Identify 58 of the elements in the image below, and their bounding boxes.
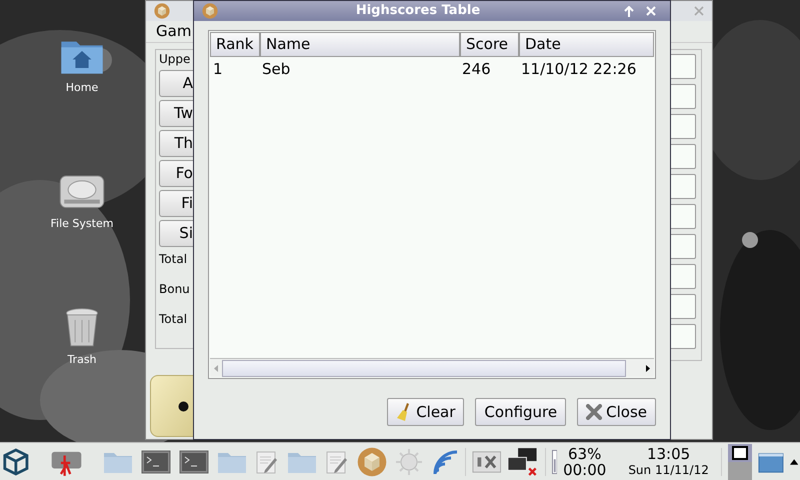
close-icon <box>586 404 602 420</box>
score-label: Total <box>159 311 188 328</box>
column-header[interactable]: Score <box>460 32 519 57</box>
score-field[interactable] <box>669 114 696 139</box>
menu-item[interactable]: Gam <box>156 20 192 43</box>
score-field[interactable] <box>669 204 696 229</box>
workspace-switcher[interactable] <box>728 444 752 480</box>
icon-label: File System <box>50 216 114 232</box>
dialog-button[interactable]: Clear <box>387 398 464 426</box>
battery-time: 00:00 <box>563 462 606 478</box>
column-header[interactable]: Date <box>519 32 654 57</box>
dialog-button[interactable]: Close <box>577 398 656 426</box>
column-header[interactable]: Rank <box>210 32 260 57</box>
dice-icon <box>154 3 170 19</box>
dialog-button[interactable]: Configure <box>475 398 566 426</box>
terminal-icon[interactable] <box>178 450 209 474</box>
terminal-icon[interactable] <box>140 450 171 474</box>
expand-arrow-icon[interactable] <box>790 458 798 464</box>
category-button[interactable]: A <box>159 70 194 97</box>
column-header[interactable]: Name <box>260 32 460 57</box>
cube-logo-icon[interactable] <box>2 446 30 476</box>
text-editor-icon[interactable] <box>324 450 349 474</box>
clock-date: Sun 11/11/12 <box>628 462 709 478</box>
category-button[interactable]: Th <box>159 130 194 157</box>
category-button[interactable]: Tw <box>159 100 194 127</box>
score-field[interactable] <box>669 234 696 259</box>
battery-meter-icon <box>552 448 558 474</box>
table-cell-text: 11/10/12 22:26 <box>520 58 638 80</box>
score-field[interactable] <box>669 294 696 319</box>
score-field[interactable] <box>669 264 696 289</box>
dice-icon <box>202 3 218 19</box>
scrollbar-thumb[interactable] <box>222 360 626 376</box>
window-title: Highscores Table <box>354 2 482 20</box>
icon-label: Home <box>66 80 98 96</box>
score-field[interactable] <box>669 324 696 349</box>
table-cell-text: 246 <box>461 58 492 80</box>
dice-dot-icon <box>178 400 189 412</box>
table-cell-text: Seb <box>261 58 292 80</box>
score-field[interactable] <box>669 84 696 109</box>
clock-time: 13:05 <box>646 446 690 462</box>
icon-label: Trash <box>67 352 97 368</box>
dice-button[interactable] <box>150 375 194 437</box>
table-cell-text: 1 <box>212 58 224 80</box>
up-arrow-icon[interactable] <box>624 6 634 16</box>
wifi-signal-icon[interactable] <box>430 448 459 476</box>
group-title: Uppe <box>159 51 192 68</box>
category-button[interactable]: Si <box>159 220 194 247</box>
category-button[interactable]: Fo <box>159 160 194 187</box>
score-label: Total <box>159 251 188 268</box>
battery-percent: 63% <box>568 446 602 462</box>
horizontal-scrollbar[interactable] <box>210 358 654 377</box>
text-editor-icon[interactable] <box>254 450 279 474</box>
score-field[interactable] <box>669 54 696 79</box>
score-field[interactable] <box>669 144 696 169</box>
score-field[interactable] <box>669 174 696 199</box>
dice-icon <box>356 446 387 476</box>
category-button[interactable]: Fi <box>159 190 194 217</box>
score-label: Bonu <box>159 281 191 298</box>
